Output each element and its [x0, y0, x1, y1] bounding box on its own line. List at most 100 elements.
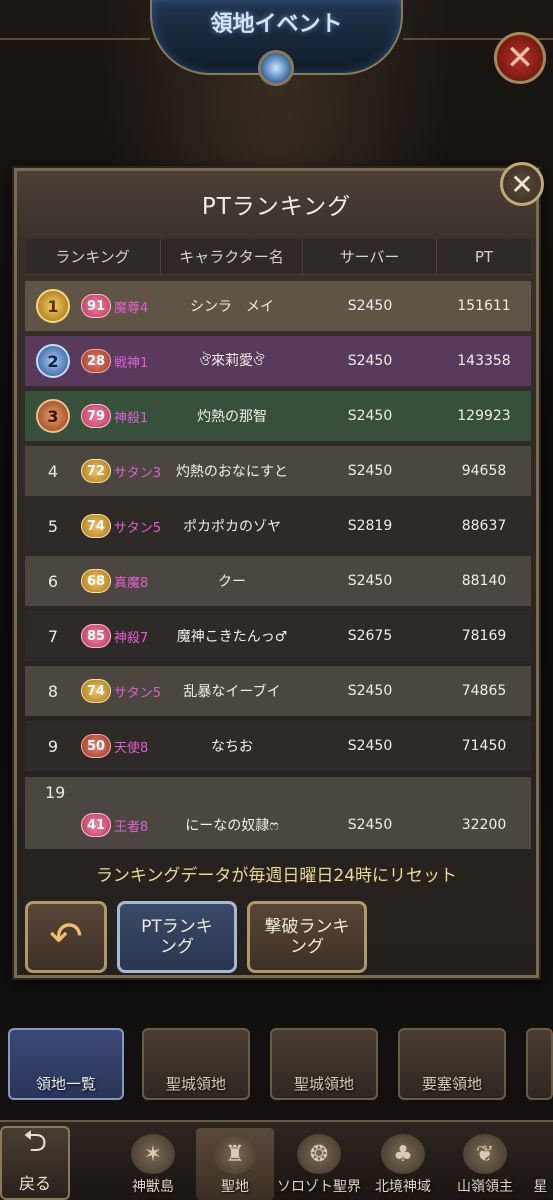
server: S2450: [347, 738, 393, 754]
return-icon: ⮌: [22, 1124, 48, 1159]
pt-value: 143358: [457, 353, 511, 369]
tab-label: 聖城領地: [165, 1075, 226, 1093]
title-cell: 28 戦神1: [81, 349, 161, 373]
rank-number: 7: [47, 626, 59, 646]
pt-value: 94658: [461, 463, 507, 479]
player-name: クー: [218, 574, 246, 590]
player-title: 神殺7: [114, 630, 149, 646]
pt-value: 71450: [461, 738, 507, 754]
server: S2675: [347, 628, 393, 644]
server: S2450: [347, 408, 393, 424]
dialog-header: PTランキング: [17, 171, 536, 237]
rank-cell: 2: [25, 344, 81, 378]
return-button[interactable]: ⮌ 戻る: [0, 1124, 70, 1200]
rank-cell: 6: [25, 572, 81, 591]
kill-ranking-label: 撃破ランキ ング: [264, 916, 350, 957]
table-row[interactable]: 2 28 戦神1 ঔ來莉愛ঔ S2450 143358: [25, 336, 531, 386]
player-name: ঔ來莉愛ঔ: [199, 353, 265, 369]
player-title: サタン5: [113, 520, 161, 536]
nav-label: 神獣島: [132, 1179, 174, 1195]
nav-label: 北境神域: [375, 1179, 431, 1195]
reset-note: ランキングデータが毎週日曜日24時にリセット: [95, 866, 458, 886]
nav-item-holy-land[interactable]: ♜ 聖地: [196, 1128, 274, 1200]
rank-number: 8: [47, 681, 59, 701]
rank-number: 5: [47, 516, 59, 536]
bronze-medal-icon: 3: [36, 399, 70, 433]
nav-label: ソロゾト聖界: [277, 1179, 361, 1195]
gold-medal-icon: 1: [36, 289, 70, 323]
tab-fortress[interactable]: 要塞領地: [398, 1028, 506, 1100]
title-cell: 50 天使8: [81, 734, 161, 758]
title-cell: 91 魔尊4: [81, 294, 161, 318]
table-row[interactable]: 3 79 神殺1 灼熱の那智 S2450 129923: [25, 391, 531, 441]
tab-territory-list[interactable]: 領地一覧: [8, 1028, 124, 1100]
nav-label: 聖地: [221, 1179, 249, 1195]
tab-label: 領地一覧: [35, 1075, 96, 1093]
event-title: 領地イベント: [210, 12, 343, 37]
level-badge: 74: [81, 514, 111, 538]
my-rank-row[interactable]: 19 41 王者8 にーなの奴隷ෆ S2450 32200: [25, 777, 531, 849]
player-title: 魔尊4: [114, 300, 149, 316]
player-name: 灼熱の那智: [197, 409, 267, 425]
nav-item-divine-beast-island[interactable]: ✶ 神獣島: [114, 1128, 192, 1200]
ranking-list: 1 91 魔尊4 シンラ メイ S2450 151611 2 28 戦神1 ঔ來莉愛…: [25, 281, 531, 854]
close-event-button[interactable]: ✕: [494, 32, 546, 84]
nav-item-north-divine[interactable]: ♣ 北境神域: [364, 1128, 442, 1200]
level-badge: 85: [81, 624, 111, 648]
player-title: 真魔8: [114, 575, 149, 591]
title-cell: 72 サタン3: [81, 459, 161, 483]
pt-ranking-tab[interactable]: PTランキ ング: [117, 901, 237, 973]
table-row[interactable]: 8 74 サタン5 乱暴なイーブイ S2450 74865: [25, 666, 531, 716]
level-badge: 79: [81, 404, 111, 428]
tab-partial[interactable]: [526, 1028, 553, 1100]
beast-icon: ✶: [131, 1134, 175, 1174]
player-name: 乱暴なイーブイ: [183, 684, 281, 700]
title-cell: 68 真魔8: [81, 569, 161, 593]
server: S2450: [347, 298, 393, 314]
kill-ranking-tab[interactable]: 撃破ランキ ング: [247, 901, 367, 973]
column-header-pt: PT: [474, 247, 494, 266]
tab-label: 聖城領地: [293, 1075, 354, 1093]
rank-cell: 3: [25, 399, 81, 433]
nav-item-mountain-lord[interactable]: ❦ 山嶺領主: [446, 1128, 524, 1200]
server: S2450: [347, 353, 393, 369]
tab-holy-castle-1[interactable]: 聖城領地: [142, 1028, 250, 1100]
table-row[interactable]: 7 85 神殺7 魔神こきたんっ♂ S2675 78169: [25, 611, 531, 661]
table-row[interactable]: 5 74 サタン5 ポカポカのゾヤ S2819 88637: [25, 501, 531, 551]
column-header-name: キャラクター名: [161, 239, 303, 274]
title-cell: 74 サタン5: [81, 514, 161, 538]
table-row[interactable]: 4 72 サタン3 灼熱のおなにすと S2450 94658: [25, 446, 531, 496]
player-title: サタン3: [113, 465, 161, 481]
ranking-dialog: PTランキング ランキング キャラクター名 サーバー PT 1 91 魔尊4 シン…: [14, 168, 539, 978]
pt-ranking-label: PTランキ ング: [141, 916, 213, 957]
silver-medal-icon: 2: [36, 344, 70, 378]
nav-label: 星: [533, 1179, 548, 1195]
table-row[interactable]: 1 91 魔尊4 シンラ メイ S2450 151611: [25, 281, 531, 331]
table-row[interactable]: 9 50 天使8 なちお S2450 71450: [25, 721, 531, 771]
title-cell: 74 サタン5: [81, 679, 161, 703]
rank-cell: 5: [25, 517, 81, 536]
column-header-server: サーバー: [303, 239, 437, 274]
nav-item-partial[interactable]: 星: [528, 1128, 553, 1200]
title-cell: 41 王者8: [81, 813, 161, 837]
pt-value: 32200: [461, 817, 507, 833]
tree-icon: ♣: [381, 1134, 425, 1174]
player-name: シンラ メイ: [190, 299, 274, 315]
nav-item-solozoto[interactable]: ❂ ソロゾト聖界: [277, 1128, 361, 1200]
table-row[interactable]: 6 68 真魔8 クー S2450 88140: [25, 556, 531, 606]
player-name: ポカポカのゾヤ: [183, 519, 281, 535]
level-badge: 74: [81, 679, 111, 703]
rank-cell: 8: [25, 682, 81, 701]
close-icon: ✕: [505, 38, 535, 78]
castle-icon: ♜: [213, 1134, 257, 1174]
close-dialog-button[interactable]: ✕: [500, 162, 544, 206]
server: S2450: [347, 683, 393, 699]
level-badge: 68: [81, 569, 111, 593]
close-icon: ✕: [510, 167, 534, 201]
server: S2450: [347, 573, 393, 589]
tab-holy-castle-2[interactable]: 聖城領地: [270, 1028, 378, 1100]
rank-cell: 7: [25, 627, 81, 646]
player-title: サタン5: [113, 685, 161, 701]
back-button[interactable]: ↶: [25, 901, 107, 973]
flame-icon: ❦: [463, 1134, 507, 1174]
